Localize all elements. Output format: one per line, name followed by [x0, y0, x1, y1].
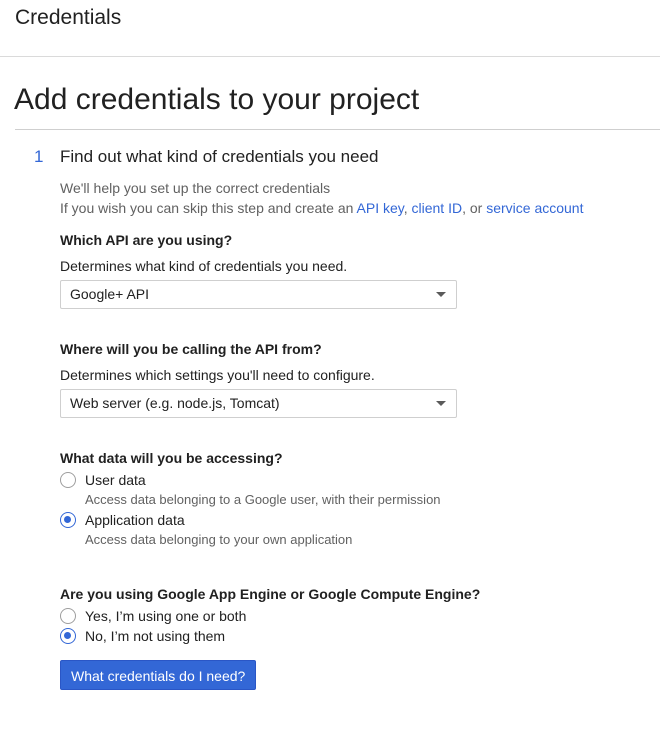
api-select[interactable]: Google+ API — [60, 280, 457, 309]
step-number: 1 — [34, 147, 44, 166]
client-id-link[interactable]: client ID — [412, 200, 463, 216]
radio-option-yes[interactable]: Yes, I’m using one or both — [60, 606, 660, 626]
radio-option-application-data[interactable]: Application data — [60, 510, 660, 530]
intro-line-2: If you wish you can skip this step and c… — [60, 198, 660, 218]
header-title: Credentials — [15, 6, 122, 29]
step-title: Find out what kind of credentials you ne… — [60, 147, 379, 166]
question-engine-label: Are you using Google App Engine or Googl… — [60, 586, 481, 602]
api-key-link[interactable]: API key — [357, 200, 404, 216]
question-calling-from-label: Where will you be calling the API from? — [60, 341, 322, 357]
radio-help: Access data belonging to your own applic… — [85, 532, 353, 547]
page-title-area: Add credentials to your project — [0, 57, 660, 129]
radio-checked-icon[interactable] — [60, 628, 76, 644]
radio-help: Access data belonging to a Google user, … — [85, 492, 441, 507]
question-data-access-label: What data will you be accessing? — [60, 450, 283, 466]
radio-checked-icon[interactable] — [60, 512, 76, 528]
step-intro: We'll help you set up the correct creden… — [60, 178, 660, 218]
engine-options: Yes, I’m using one or both No, I’m not u… — [60, 606, 660, 646]
radio-option-user-data[interactable]: User data — [60, 470, 660, 490]
page-title: Add credentials to your project — [14, 83, 420, 116]
question-calling-from-description: Determines which settings you'll need to… — [60, 367, 375, 383]
calling-from-select-value: Web server (e.g. node.js, Tomcat) — [70, 395, 280, 411]
question-calling-from: Where will you be calling the API from? … — [60, 339, 660, 418]
calling-from-select[interactable]: Web server (e.g. node.js, Tomcat) — [60, 389, 457, 418]
question-api: Which API are you using? Determines what… — [60, 230, 660, 309]
radio-label: No, I’m not using them — [85, 628, 226, 644]
radio-unchecked-icon[interactable] — [60, 472, 76, 488]
question-engine: Are you using Google App Engine or Googl… — [60, 584, 660, 646]
data-access-options: User data Access data belonging to a Goo… — [60, 470, 660, 550]
radio-option-no[interactable]: No, I’m not using them — [60, 626, 660, 646]
api-select-value: Google+ API — [70, 286, 150, 302]
question-api-label: Which API are you using? — [60, 232, 233, 248]
service-account-link[interactable]: service account — [486, 200, 583, 216]
radio-label: Application data — [85, 512, 185, 528]
what-credentials-button[interactable]: What credentials do I need? — [60, 660, 257, 690]
radio-label: User data — [85, 472, 146, 488]
intro-separator-2: , or — [462, 200, 487, 216]
top-bar: Credentials — [0, 0, 660, 57]
caret-down-icon — [436, 292, 446, 297]
intro-line-2-prefix: If you wish you can skip this step and c… — [60, 200, 357, 216]
radio-label: Yes, I’m using one or both — [85, 608, 247, 624]
intro-line-1: We'll help you set up the correct creden… — [60, 180, 331, 196]
intro-separator-1: , — [403, 200, 412, 216]
question-data-access: What data will you be accessing? User da… — [60, 448, 660, 550]
caret-down-icon — [436, 401, 446, 406]
question-api-description: Determines what kind of credentials you … — [60, 258, 348, 274]
step-1: 1 Find out what kind of credentials you … — [0, 130, 660, 690]
radio-unchecked-icon[interactable] — [60, 608, 76, 624]
